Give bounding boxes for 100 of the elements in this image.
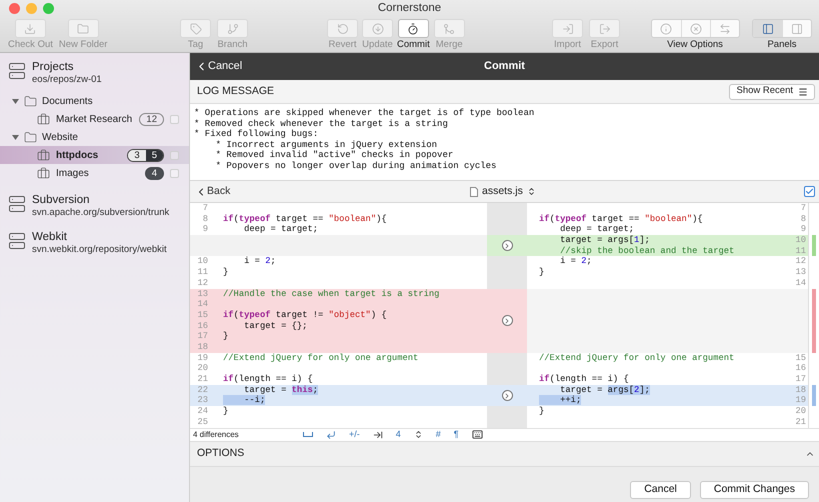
line-number: 10 [795, 235, 806, 246]
file-selector[interactable]: assets.js [470, 184, 536, 200]
repository-name[interactable]: Webkit [32, 231, 167, 244]
log-line: * Removed check whenever the target is a string [194, 118, 449, 130]
line-number: 15 [795, 352, 806, 363]
code-line: if(typeof target == "boolean"){ [223, 214, 387, 224]
line-number: 25 [197, 416, 208, 427]
repository-name[interactable]: Subversion [32, 194, 170, 207]
file-icon [470, 186, 478, 196]
zoom-button[interactable] [43, 3, 54, 14]
sidebar-item[interactable]: httpdocs 3 5 [0, 146, 189, 164]
line-number: 21 [197, 374, 208, 384]
download-icon [24, 22, 36, 34]
code-line: //skip the boolean and the target [559, 246, 734, 256]
show-recent-button[interactable]: Show Recent [729, 84, 815, 100]
dialog-button[interactable]: Cancel [630, 481, 691, 499]
merge-arrow-button[interactable] [502, 315, 512, 326]
toolbar-label: Export [590, 38, 618, 51]
briefcase-icon [37, 148, 50, 162]
sidebar-item[interactable]: Market Research 12 [0, 110, 189, 128]
footer-tool[interactable]: +/- [349, 428, 360, 442]
info-icon [660, 22, 672, 34]
code-line: //Extend jQuery for only one argument [223, 352, 418, 363]
code-line: if(typeof target == "boolean"){ [539, 214, 703, 224]
merge-icon [443, 22, 456, 34]
sidebar-left-icon [762, 22, 774, 34]
section-heading: LOG MESSAGE [197, 84, 274, 99]
folder-label[interactable]: Documents [42, 94, 93, 108]
segment-button[interactable] [753, 20, 782, 37]
footer-tool[interactable]: # [436, 428, 441, 442]
differences-count: 4 differences [193, 428, 240, 441]
checkbox[interactable] [804, 186, 815, 197]
keyboard-icon[interactable] [472, 429, 483, 440]
toolbar-button[interactable] [398, 19, 429, 38]
line-number: 13 [197, 288, 208, 298]
overview-mark [812, 384, 816, 406]
repository-name[interactable]: Projects [32, 61, 102, 74]
folder-icon [77, 22, 90, 34]
tag-icon [190, 22, 202, 34]
repository-path: eos/repos/zw-01 [32, 74, 102, 86]
toolbar-label: Branch [217, 38, 248, 51]
import-icon [562, 22, 574, 34]
toolbar-label: Panels [767, 38, 797, 51]
merge-arrow-button[interactable] [502, 390, 512, 402]
code-line: } [539, 267, 544, 278]
disclosure-triangle-icon[interactable] [12, 134, 19, 140]
line-number: 18 [795, 384, 806, 395]
toolbar-label: Update [362, 38, 393, 51]
stepper-icon[interactable] [414, 430, 423, 440]
log-line: * Incorrect arguments in jQuery extension [214, 140, 438, 150]
down-arrow-circle-icon [372, 22, 384, 34]
export-icon [598, 22, 610, 34]
code-line: target = {}; [243, 320, 308, 331]
cancel-link[interactable]: Cancel [190, 58, 242, 75]
folder-label[interactable]: Website [42, 130, 78, 144]
line-number: 10 [197, 256, 208, 266]
dialog-button[interactable]: Commit Changes [700, 481, 809, 499]
sidebar-item[interactable]: Images 4 [0, 164, 189, 182]
minimize-button[interactable] [26, 3, 37, 14]
chevron-right-icon [503, 316, 511, 325]
return-icon[interactable] [326, 430, 336, 440]
footer-tool[interactable]: 4 [396, 428, 401, 442]
line-number: 17 [795, 374, 806, 384]
line-number: 13 [795, 267, 806, 278]
code-line: } [539, 406, 544, 416]
close-button[interactable] [9, 3, 20, 14]
line-number: 9 [800, 224, 806, 234]
undo-arrow-icon [336, 22, 348, 34]
server-icon [8, 232, 26, 250]
log-line: * Operations are skipped whenever the target is of type boolean [194, 108, 536, 119]
checkbox[interactable] [170, 168, 179, 178]
line-number: 20 [197, 363, 208, 374]
line-number: 8 [202, 214, 208, 224]
footer-tool[interactable]: ¶ [454, 428, 459, 442]
briefcase-icon [37, 112, 50, 126]
code-line: if(length == i) { [223, 374, 313, 384]
disclosure-triangle-icon[interactable] [12, 98, 19, 104]
server-icon [8, 195, 26, 213]
tab-icon[interactable] [372, 430, 383, 440]
count-badge: 3 [128, 150, 146, 160]
line-number: 23 [197, 395, 208, 406]
toolbar-label: Import [554, 38, 581, 51]
code-line: i = 2; [243, 256, 276, 266]
checkbox[interactable] [170, 150, 179, 160]
checkbox[interactable] [170, 114, 179, 124]
section-heading: OPTIONS [197, 446, 244, 461]
toolbar-label: Merge [436, 38, 463, 51]
line-number: 19 [197, 352, 208, 363]
merge-arrow-button[interactable] [502, 240, 512, 252]
toolbar-label: View Options [667, 38, 723, 51]
back-link[interactable]: Back [195, 184, 230, 200]
toolbar-label: New Folder [58, 38, 108, 51]
overview-mark [812, 235, 816, 256]
code-line: if(typeof target != "object") { [223, 310, 387, 320]
code-line: target = args[2]; [559, 384, 650, 395]
log-line: * Popovers no longer overlap during animation cycles [214, 160, 498, 172]
space-icon[interactable] [303, 432, 313, 438]
code-line: } [223, 267, 228, 278]
log-message-field[interactable] [190, 104, 819, 180]
overview-mark [812, 288, 816, 353]
